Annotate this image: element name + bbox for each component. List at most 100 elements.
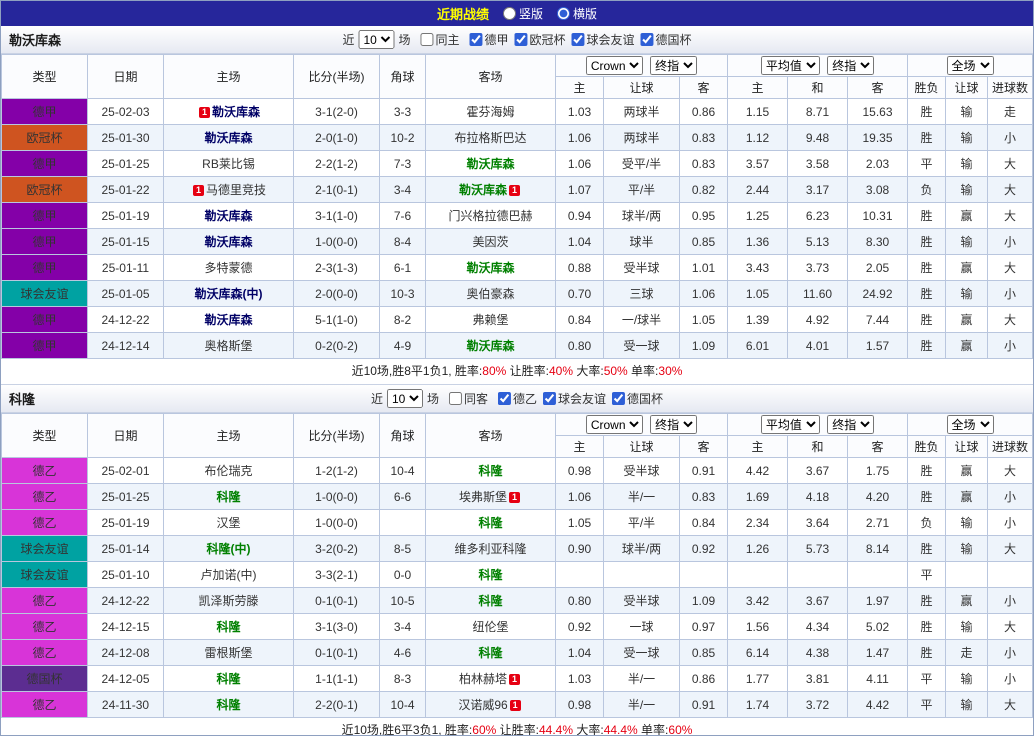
league-checkbox-input[interactable]	[515, 33, 528, 46]
avg-odds-cell: 4.01	[788, 333, 848, 359]
avg-odds-cell: 1.57	[848, 333, 908, 359]
match-row: 德甲24-12-22勒沃库森5-1(1-0)8-2弗赖堡0.84一/球半1.05…	[2, 307, 1033, 333]
team-label: 汉堡	[216, 516, 240, 530]
away-team-cell: 勒沃库森	[426, 255, 556, 281]
match-count-select[interactable]: 10	[358, 30, 394, 49]
league-filter-checkbox[interactable]: 德乙	[498, 390, 537, 407]
league-checkbox-input[interactable]	[641, 33, 654, 46]
league-checkbox-input[interactable]	[498, 392, 511, 405]
league-checkbox-input[interactable]	[572, 33, 585, 46]
date-cell: 25-02-01	[88, 458, 164, 484]
home-team-cell: 奥格斯堡	[164, 333, 294, 359]
layout-option-vertical[interactable]: 竖版	[503, 5, 543, 22]
summary-segment: 40%	[549, 364, 573, 378]
team-label: 纽伦堡	[472, 620, 508, 634]
league-cell: 德甲	[2, 99, 88, 125]
layout-radio-vertical[interactable]	[503, 7, 516, 20]
col-header-date: 日期	[88, 414, 164, 458]
average-final-select[interactable]: 终指	[827, 56, 874, 75]
home-team-cell: 勒沃库森(中)	[164, 281, 294, 307]
full-match-select[interactable]: 全场	[947, 56, 994, 75]
result-cell: 赢	[946, 203, 988, 229]
corner-cell: 8-5	[380, 536, 426, 562]
summary-segment: 单率:	[628, 364, 659, 378]
subheader-odds-home: 主	[556, 77, 604, 99]
odds-cell	[556, 562, 604, 588]
subheader-avg-draw: 和	[788, 436, 848, 458]
date-cell: 25-01-19	[88, 510, 164, 536]
league-filter-checkbox[interactable]: 德国杯	[641, 31, 692, 48]
league-filter-checkbox[interactable]: 欧冠杯	[515, 31, 566, 48]
match-row: 德乙25-01-19汉堡1-0(0-0)科隆1.05平/半0.842.343.6…	[2, 510, 1033, 536]
home-team-cell: 科隆	[164, 484, 294, 510]
league-filter-checkbox[interactable]: 球会友谊	[572, 31, 635, 48]
match-row: 德乙25-01-25科隆1-0(0-0)6-6埃弗斯堡11.06半/一0.831…	[2, 484, 1033, 510]
same-venue-checkbox[interactable]	[449, 392, 462, 405]
away-team-cell: 科隆	[426, 510, 556, 536]
full-match-select[interactable]: 全场	[947, 415, 994, 434]
league-cell: 球会友谊	[2, 281, 88, 307]
avg-odds-cell: 2.05	[848, 255, 908, 281]
summary-segment: 80%	[482, 364, 506, 378]
team-label: 科隆	[478, 594, 502, 608]
league-cell: 德甲	[2, 151, 88, 177]
bookmaker-select[interactable]: Crown	[586, 56, 643, 75]
subheader-odds-handicap: 让球	[604, 436, 680, 458]
result-cell: 赢	[946, 307, 988, 333]
layout-radio-horizontal[interactable]	[557, 7, 570, 20]
team-label: 勒沃库森	[204, 131, 252, 145]
league-filter-checkbox[interactable]: 球会友谊	[543, 390, 606, 407]
score-cell: 1-0(0-0)	[294, 229, 380, 255]
avg-odds-cell: 24.92	[848, 281, 908, 307]
odds-cell: 球半/两	[604, 203, 680, 229]
average-odds-header: 平均值 终指	[728, 55, 908, 77]
league-checkbox-input[interactable]	[612, 392, 625, 405]
home-team-cell: 多特蒙德	[164, 255, 294, 281]
subheader-result-handicap: 让球	[946, 436, 988, 458]
subheader-result-wdl: 胜负	[908, 77, 946, 99]
average-select[interactable]: 平均值	[761, 415, 820, 434]
final-odds-select[interactable]: 终指	[650, 56, 697, 75]
team-label: 勒沃库森	[466, 157, 514, 171]
full-match-header: 全场	[908, 55, 1033, 77]
date-cell: 25-01-25	[88, 151, 164, 177]
results-table: 类型 日期 主场 比分(半场) 角球 客场 Crown 终指 平均值 终指	[1, 413, 1033, 718]
odds-cell: 0.90	[556, 536, 604, 562]
match-row: 德甲24-12-14奥格斯堡0-2(0-2)4-9勒沃库森0.80受一球1.09…	[2, 333, 1033, 359]
corner-cell: 8-4	[380, 229, 426, 255]
home-team-cell: 科隆(中)	[164, 536, 294, 562]
score-cell: 0-2(0-2)	[294, 333, 380, 359]
bookmaker-select[interactable]: Crown	[586, 415, 643, 434]
same-venue-filter[interactable]: 同客	[449, 390, 488, 407]
date-cell: 25-01-19	[88, 203, 164, 229]
corner-cell: 0-0	[380, 562, 426, 588]
filter-matches-label: 场	[398, 31, 410, 48]
final-odds-select[interactable]: 终指	[650, 415, 697, 434]
avg-odds-cell: 4.34	[788, 614, 848, 640]
league-filter-checkbox[interactable]: 德国杯	[612, 390, 663, 407]
odds-cell: 半/一	[604, 692, 680, 718]
team-label: 弗赖堡	[472, 313, 508, 327]
average-final-select[interactable]: 终指	[827, 415, 874, 434]
team-section: 科隆 近 10 场 同客 德乙球会友谊德国杯	[1, 385, 1033, 736]
match-count-select[interactable]: 10	[387, 389, 423, 408]
league-checkbox-input[interactable]	[469, 33, 482, 46]
result-cell: 胜	[908, 99, 946, 125]
score-cell: 0-1(0-1)	[294, 588, 380, 614]
average-select[interactable]: 平均值	[761, 56, 820, 75]
league-filter-label: 球会友谊	[558, 390, 606, 407]
layout-option-horizontal[interactable]: 横版	[557, 5, 597, 22]
league-filter-checkbox[interactable]: 德甲	[469, 31, 508, 48]
summary-segment: 单率:	[638, 723, 669, 736]
red-card-badge: 1	[509, 674, 520, 685]
same-venue-filter[interactable]: 同主	[420, 31, 459, 48]
result-cell: 大	[988, 458, 1033, 484]
avg-odds-cell: 2.03	[848, 151, 908, 177]
bookmaker-odds-header: Crown 终指	[556, 55, 728, 77]
same-venue-checkbox[interactable]	[420, 33, 433, 46]
avg-odds-cell: 15.63	[848, 99, 908, 125]
subheader-odds-away: 客	[680, 436, 728, 458]
team-label: 勒沃库森	[466, 339, 514, 353]
away-team-cell: 柏林赫塔1	[426, 666, 556, 692]
league-checkbox-input[interactable]	[543, 392, 556, 405]
